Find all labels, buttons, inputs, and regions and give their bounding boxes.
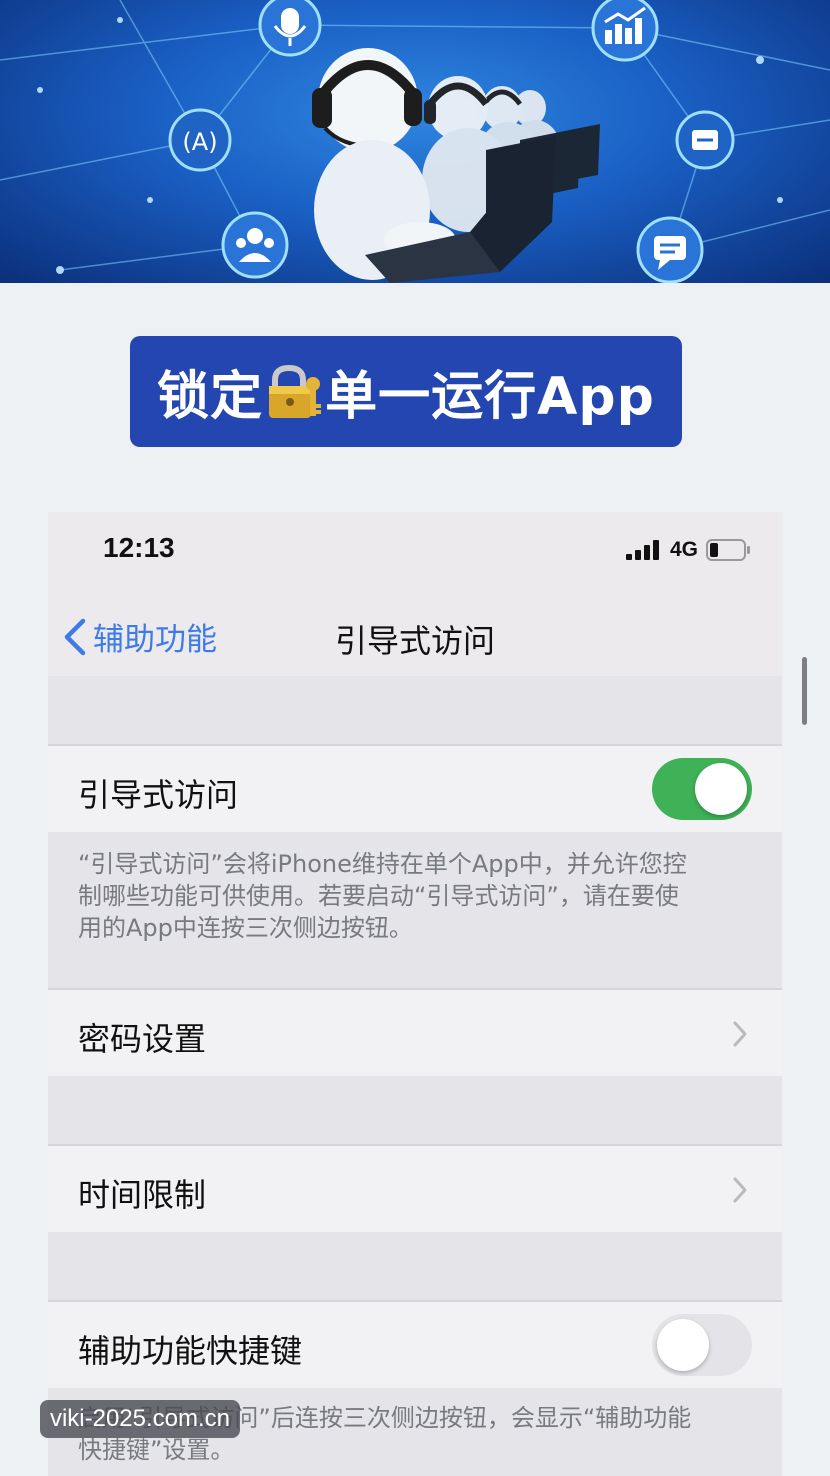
settings-row-passcode[interactable]: 密码设置 — [48, 990, 782, 1076]
chart-icon — [591, 0, 659, 62]
section-spacer — [48, 1232, 782, 1302]
guided-access-toggle[interactable] — [652, 758, 752, 820]
settings-row-guided-access: 引导式访问 — [48, 746, 782, 832]
toggle-knob — [657, 1319, 709, 1371]
lock-key-icon — [269, 364, 322, 418]
guided-access-footer: “引导式访问”会将iPhone维持在单个App中，并允许您控 制哪些功能可供使用… — [48, 832, 782, 988]
title-text-part2: 单一运行App — [325, 367, 655, 427]
title-text-part1: 锁定 — [157, 367, 264, 427]
settings-row-time-limits[interactable]: 时间限制 — [48, 1146, 782, 1232]
iphone-screenshot: 12:13 4G 辅助功能 引导式访问 引导式访问 “引导式访问”会将iPhon… — [48, 512, 782, 1476]
battery-icon — [706, 539, 750, 561]
description-line: 用的App中连按三次侧边按钮。 — [78, 914, 413, 942]
scrollbar[interactable] — [802, 657, 807, 725]
guided-access-description: “引导式访问”会将iPhone维持在单个App中，并允许您控 制哪些功能可供使用… — [78, 848, 758, 944]
section-spacer — [48, 1076, 782, 1146]
description-line: 快捷键”设置。 — [78, 1436, 235, 1464]
svg-text:(A): (A) — [182, 128, 217, 156]
passcode-label: 密码设置 — [78, 1020, 207, 1058]
toggle-knob — [695, 763, 747, 815]
watermark: viki-2025.com.cn — [40, 1400, 240, 1438]
customer-service-illustration: (A) — [0, 0, 830, 283]
title-banner: 锁定 单一运行App — [130, 336, 682, 447]
status-time: 12:13 — [103, 532, 175, 563]
translate-icon: (A) — [168, 108, 232, 172]
chevron-right-icon — [733, 1021, 747, 1047]
users-icon — [221, 211, 289, 279]
section-spacer — [48, 676, 782, 746]
microphone-icon — [258, 0, 322, 57]
description-line: 制哪些功能可供使用。若要启动“引导式访问”，请在要使 — [78, 882, 679, 910]
time-limits-label: 时间限制 — [78, 1176, 207, 1214]
guided-access-label: 引导式访问 — [78, 776, 239, 814]
page-title: 引导式访问 — [334, 622, 495, 660]
status-bar: 12:13 4G — [48, 512, 782, 582]
chat-icon — [636, 216, 704, 283]
navigation-bar: 辅助功能 引导式访问 — [48, 596, 782, 672]
accessibility-shortcut-label: 辅助功能快捷键 — [78, 1332, 303, 1370]
signal-icon — [625, 540, 659, 560]
description-line: “引导式访问”会将iPhone维持在单个App中，并允许您控 — [78, 850, 687, 878]
headset-agents-illustration — [312, 48, 600, 283]
chevron-right-icon — [733, 1177, 747, 1203]
network-type: 4G — [669, 538, 698, 561]
header-banner: (A) — [0, 0, 830, 283]
edit-icon — [675, 110, 735, 170]
settings-row-accessibility-shortcut: 辅助功能快捷键 — [48, 1302, 782, 1388]
accessibility-shortcut-toggle[interactable] — [652, 1314, 752, 1376]
status-indicators: 4G — [625, 538, 752, 562]
